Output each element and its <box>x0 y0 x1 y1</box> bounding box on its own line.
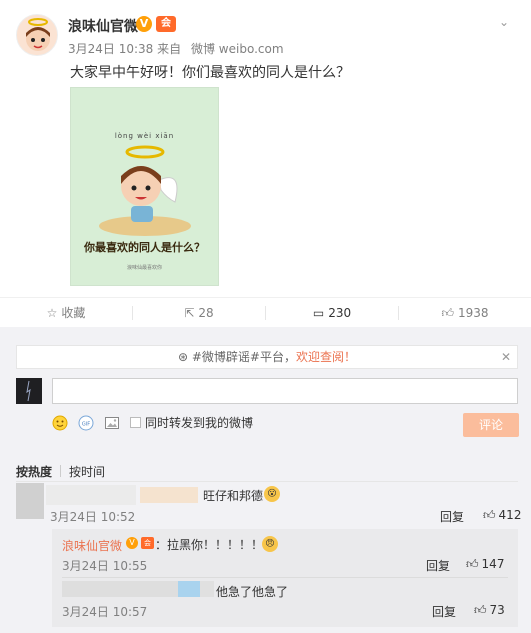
reply-time: 3月24日 10:57 <box>62 605 148 619</box>
author-name[interactable]: 浪味仙官微 <box>68 16 138 36</box>
post-image[interactable]: lòng wèi xiān 你最喜欢的同人是什么？ 浪味仙最喜欢你 <box>70 87 219 286</box>
my-avatar <box>16 378 42 404</box>
chevron-down-icon[interactable]: ⌄ <box>496 14 512 30</box>
reply-author-blurred <box>62 581 178 597</box>
reply-badge-blurred <box>178 581 200 597</box>
post-meta: 3月24日 10:38 来自 微博 weibo.com <box>68 40 284 57</box>
repost-checkbox[interactable] <box>130 417 141 428</box>
reply-reply-button[interactable]: 回复 <box>432 603 456 620</box>
comment-time: 3月24日 10:52 <box>50 510 136 524</box>
sort-divider <box>60 465 61 477</box>
notice-icon: ⊛ <box>177 350 192 364</box>
emoji-icon: 😠 <box>262 536 278 552</box>
sort-by-hot-tab[interactable]: 按热度 <box>16 463 52 480</box>
user-avatar-icon <box>16 378 42 404</box>
notice-link[interactable]: 欢迎查阅！ <box>296 350 356 364</box>
rumor-notice: ⊛ #微博辟谣#平台，欢迎查阅！ ✕ <box>16 345 518 369</box>
comment-area: ⊛ #微博辟谣#平台，欢迎查阅！ ✕ GIF 同时转发到我的微博 评论 按热度 … <box>0 327 531 633</box>
angel-illustration-icon <box>99 145 191 236</box>
repost-label[interactable]: 同时转发到我的微博 <box>145 414 253 431</box>
reply-text: ：拉黑你！！！！！ <box>155 538 264 552</box>
commenter-name-blurred <box>46 485 136 505</box>
image-top-text: lòng wèi xiān <box>114 132 175 140</box>
like-icon: 👍︎ <box>474 603 487 617</box>
image-small-text: 浪味仙最喜欢你 <box>126 265 162 271</box>
image-icon[interactable] <box>104 415 120 431</box>
like-icon: 👍︎ <box>441 306 454 320</box>
verified-badge-icon: V <box>136 16 152 32</box>
like-icon: 👍︎ <box>483 508 496 522</box>
post-text: 大家早中午好呀！你们最喜欢的同人是什么？ <box>70 65 350 81</box>
comment-icon: ▭ <box>312 306 325 320</box>
repost-count: 28 <box>198 306 214 320</box>
submit-comment-button[interactable]: 评论 <box>463 413 519 437</box>
comment-button[interactable]: ▭ 230 <box>266 298 398 328</box>
like-icon: 👍︎ <box>466 557 479 571</box>
vip-badge-icon: 会 <box>156 16 176 32</box>
like-count: 1938 <box>458 306 489 320</box>
favorite-label: 收藏 <box>61 306 86 320</box>
repost-button[interactable]: ⇱ 28 <box>133 298 265 328</box>
commenter-badge-blurred <box>140 487 198 503</box>
comment-like-button[interactable]: 👍︎ 412 <box>483 508 521 523</box>
close-icon[interactable]: ✕ <box>501 346 511 368</box>
comment-count: 230 <box>328 306 352 320</box>
post-source[interactable]: 微博 weibo.com <box>191 42 284 56</box>
emoji-icon[interactable] <box>52 415 68 431</box>
like-button[interactable]: 👍︎ 1938 <box>399 298 531 328</box>
comment-text: 旺仔和邦德 <box>203 489 264 503</box>
image-caption: 你最喜欢的同人是什么？ <box>84 241 205 254</box>
replies-box: 浪味仙官微 V 会 ：拉黑你！！！！！ 😠 3月24日 10:55 回复 👍︎ 1… <box>52 529 518 627</box>
reply-time: 3月24日 10:55 <box>62 559 148 573</box>
favorite-button[interactable]: ☆ 收藏 <box>0 298 132 328</box>
comment-reply-button[interactable]: 回复 <box>440 508 464 525</box>
sort-by-time-tab[interactable]: 按时间 <box>69 463 105 480</box>
angel-avatar-icon <box>17 15 57 55</box>
commenter-avatar[interactable] <box>16 483 44 519</box>
reply-badge-blurred <box>200 581 214 597</box>
svg-text:GIF: GIF <box>82 422 90 428</box>
reply-reply-button[interactable]: 回复 <box>426 557 450 574</box>
vip-badge-icon: 会 <box>141 537 154 549</box>
comment-input[interactable] <box>52 378 518 404</box>
reply-like-count: 147 <box>481 557 505 571</box>
repost-icon: ⇱ <box>184 306 195 320</box>
verified-badge-icon: V <box>126 537 138 549</box>
reply-text: 他急了他急了 <box>216 585 289 599</box>
comment-like-count: 412 <box>498 508 522 522</box>
reply-like-button[interactable]: 👍︎ 73 <box>474 603 505 618</box>
action-bar: ☆ 收藏 ⇱ 28 ▭ 230 👍︎ 1938 <box>0 297 531 327</box>
reply-like-button[interactable]: 👍︎ 147 <box>466 557 504 572</box>
star-icon: ☆ <box>46 306 58 320</box>
reply-like-count: 73 <box>489 603 505 617</box>
reply-author[interactable]: 浪味仙官微 <box>62 537 122 554</box>
author-avatar[interactable] <box>16 14 58 56</box>
source-prefix: 来自 <box>157 42 182 56</box>
gif-icon[interactable]: GIF <box>78 415 94 431</box>
emoji-icon: 😮 <box>264 486 280 502</box>
post-date[interactable]: 3月24日 10:38 <box>68 42 153 56</box>
sort-underline <box>16 481 518 482</box>
reply-divider <box>62 577 508 578</box>
notice-tag[interactable]: #微博辟谣#平台， <box>192 350 296 364</box>
post-header: 浪味仙官微 V 会 3月24日 10:38 来自 微博 weibo.com ⌄ <box>16 14 516 58</box>
